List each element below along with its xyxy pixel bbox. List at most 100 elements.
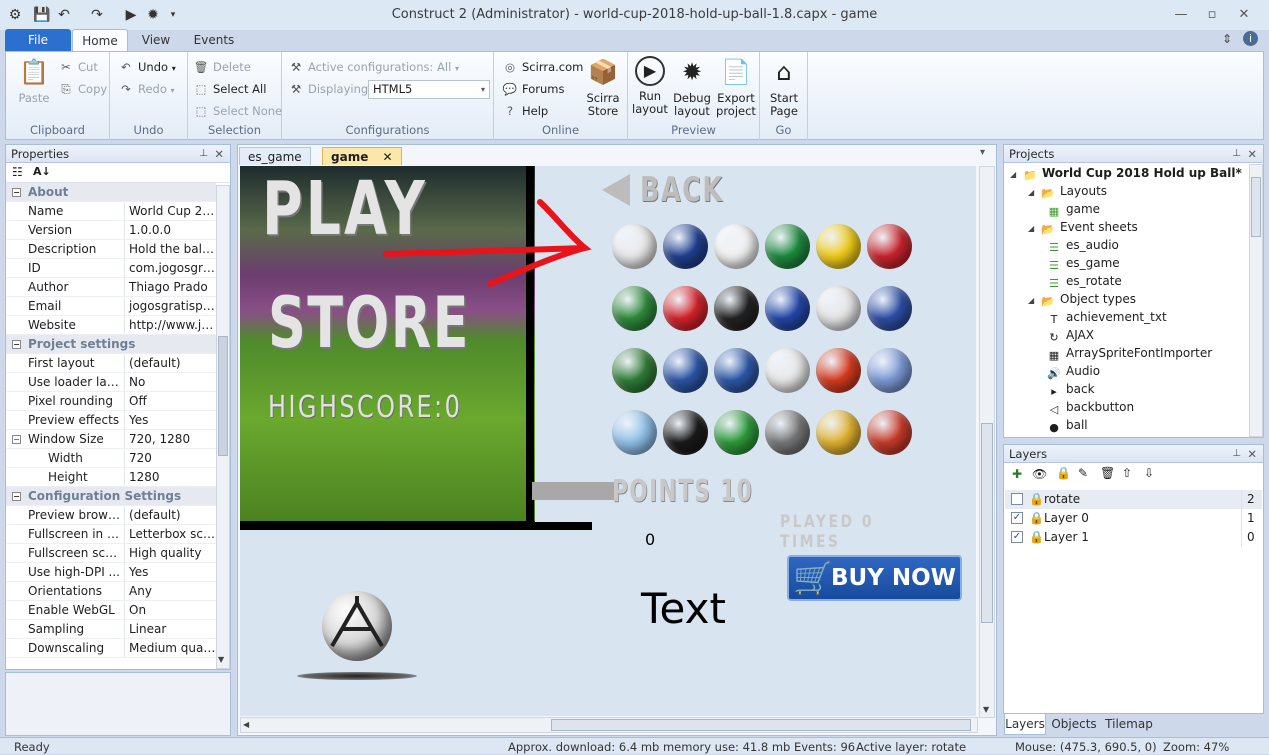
flag-ball[interactable]: [612, 286, 657, 331]
scirra-store-button[interactable]: 📦 Scirra Store: [584, 56, 622, 118]
active-configurations-dropdown[interactable]: ⚒ Active configurations: All ▾: [288, 57, 459, 77]
project-tree-item[interactable]: ▸ back: [1046, 380, 1094, 398]
flag-ball[interactable]: [816, 224, 861, 269]
expand-arrow-icon[interactable]: ◢: [1028, 220, 1040, 238]
buy-now-button[interactable]: 🛒 BUY NOW: [787, 555, 962, 601]
scroll-down-icon[interactable]: ▼: [218, 655, 224, 664]
zero-counter[interactable]: 0: [645, 530, 655, 549]
store-title[interactable]: STORE: [268, 282, 470, 364]
select-all-button[interactable]: ⬚ Select All: [193, 79, 267, 99]
property-value[interactable]: http://www.jo...: [124, 316, 216, 334]
minimize-icon[interactable]: —: [1167, 5, 1195, 25]
project-tree-item[interactable]: ◢ 📂 Object types: [1028, 290, 1136, 308]
property-row[interactable]: Name World Cup 201...: [6, 202, 216, 221]
close-icon[interactable]: ✕: [1247, 145, 1257, 163]
property-value[interactable]: com.jogosgrat...: [124, 259, 216, 277]
delete-icon[interactable]: 🗑: [1100, 466, 1115, 480]
undo-dropdown-icon[interactable]: ▾: [172, 64, 176, 73]
property-row[interactable]: Email jogosgratispro...: [6, 297, 216, 316]
collapse-icon[interactable]: −: [12, 492, 21, 501]
collapse-icon[interactable]: −: [12, 435, 21, 444]
flag-ball[interactable]: [816, 286, 861, 331]
forums-link[interactable]: 💬 Forums: [502, 79, 565, 99]
property-row[interactable]: Preview browser (default): [6, 506, 216, 525]
property-value[interactable]: 1.0.0.0: [124, 221, 216, 239]
property-value[interactable]: 1280: [124, 468, 216, 486]
expand-arrow-icon[interactable]: ◢: [1010, 166, 1022, 184]
flag-ball[interactable]: [714, 224, 759, 269]
property-value[interactable]: Thiago Prado: [124, 278, 216, 296]
maximize-icon[interactable]: ▫: [1198, 5, 1226, 25]
highscore-text[interactable]: HIGHSCORE:0: [268, 390, 462, 425]
flag-ball[interactable]: [765, 348, 810, 393]
property-value[interactable]: On: [124, 601, 216, 619]
expand-arrow-icon[interactable]: ◢: [1028, 292, 1040, 310]
property-row[interactable]: Use loader lay... No: [6, 373, 216, 392]
property-row[interactable]: Height 1280: [6, 468, 216, 487]
canvas-vertical-scrollbar[interactable]: ▼: [979, 166, 995, 718]
expand-arrow-icon[interactable]: ◢: [1028, 184, 1040, 202]
project-tree-item[interactable]: ☰ es_game: [1046, 254, 1120, 272]
property-value[interactable]: Linear: [124, 620, 216, 638]
property-row[interactable]: ID com.jogosgrat...: [6, 259, 216, 278]
flag-ball[interactable]: [612, 348, 657, 393]
project-tree-item[interactable]: ◁ backbutton: [1046, 398, 1134, 416]
flag-ball[interactable]: [765, 224, 810, 269]
text-object[interactable]: Text: [641, 584, 726, 633]
categorized-icon[interactable]: ☷: [12, 165, 23, 179]
flag-ball[interactable]: [714, 410, 759, 455]
property-row[interactable]: − Window Size 720, 1280: [6, 430, 216, 449]
ball-sprite[interactable]: [322, 591, 392, 661]
tab-file[interactable]: File: [5, 29, 71, 51]
flag-ball[interactable]: [816, 410, 861, 455]
scrollbar-thumb[interactable]: [1251, 177, 1261, 237]
tab-events[interactable]: Events: [185, 29, 243, 51]
property-section[interactable]: − Project settings: [6, 335, 216, 354]
property-row[interactable]: Enable WebGL On: [6, 601, 216, 620]
property-value[interactable]: (default): [124, 506, 216, 524]
property-section[interactable]: − Configuration Settings: [6, 487, 216, 506]
scirra-link[interactable]: ◎ Scirra.com: [502, 57, 583, 77]
help-icon[interactable]: i: [1243, 31, 1258, 46]
property-row[interactable]: Website http://www.jo...: [6, 316, 216, 335]
property-value[interactable]: 720: [124, 449, 216, 467]
tab-view[interactable]: View: [133, 29, 179, 51]
layer-row[interactable]: 🔒 rotate 2: [1005, 490, 1262, 509]
tab-tilemap[interactable]: Tilemap: [1102, 714, 1156, 735]
flag-ball[interactable]: [867, 224, 912, 269]
property-row[interactable]: Author Thiago Prado: [6, 278, 216, 297]
tab-home[interactable]: Home: [72, 29, 128, 51]
flag-ball[interactable]: [714, 348, 759, 393]
tab-objects[interactable]: Objects: [1050, 714, 1098, 735]
scrollbar-thumb[interactable]: [218, 336, 228, 456]
property-value[interactable]: Hold the ball f...: [124, 240, 216, 258]
paste-button[interactable]: 📋 Paste: [12, 56, 56, 105]
project-tree-item[interactable]: ▦ ArraySpriteFontImporter: [1046, 344, 1212, 362]
property-value[interactable]: Yes: [124, 563, 216, 581]
property-value[interactable]: Off: [124, 392, 216, 410]
project-tree-item[interactable]: ☰ es_audio: [1046, 236, 1119, 254]
flag-ball[interactable]: [663, 348, 708, 393]
projects-scrollbar[interactable]: [1249, 164, 1263, 437]
layer-visible-checkbox[interactable]: ✓: [1011, 531, 1023, 543]
project-tree-item[interactable]: ◢ 📂 Event sheets: [1028, 218, 1138, 236]
scrollbar-thumb[interactable]: [551, 719, 971, 731]
flag-ball[interactable]: [816, 348, 861, 393]
flag-ball[interactable]: [867, 348, 912, 393]
pin-icon[interactable]: ⊥: [1232, 145, 1241, 163]
select-none-button[interactable]: ⬚ Select None: [193, 101, 283, 121]
property-value[interactable]: Any: [124, 582, 216, 600]
redo-dropdown-icon[interactable]: ▾: [171, 86, 175, 95]
edit-icon[interactable]: ✎: [1078, 466, 1088, 480]
tab-layers[interactable]: Layers: [1004, 714, 1046, 735]
points-text[interactable]: POINTS 10: [612, 474, 753, 509]
scroll-down-icon[interactable]: ▼: [983, 705, 989, 714]
property-value[interactable]: jogosgratispro...: [124, 297, 216, 315]
layer-visible-checkbox[interactable]: [1011, 493, 1023, 505]
back-button[interactable]: BACK: [602, 170, 722, 210]
scroll-left-icon[interactable]: ◀: [243, 720, 249, 729]
property-value[interactable]: World Cup 201...: [124, 202, 216, 220]
scrollbar-thumb[interactable]: [981, 423, 993, 623]
property-row[interactable]: Fullscreen scal... High quality: [6, 544, 216, 563]
property-row[interactable]: Sampling Linear: [6, 620, 216, 639]
